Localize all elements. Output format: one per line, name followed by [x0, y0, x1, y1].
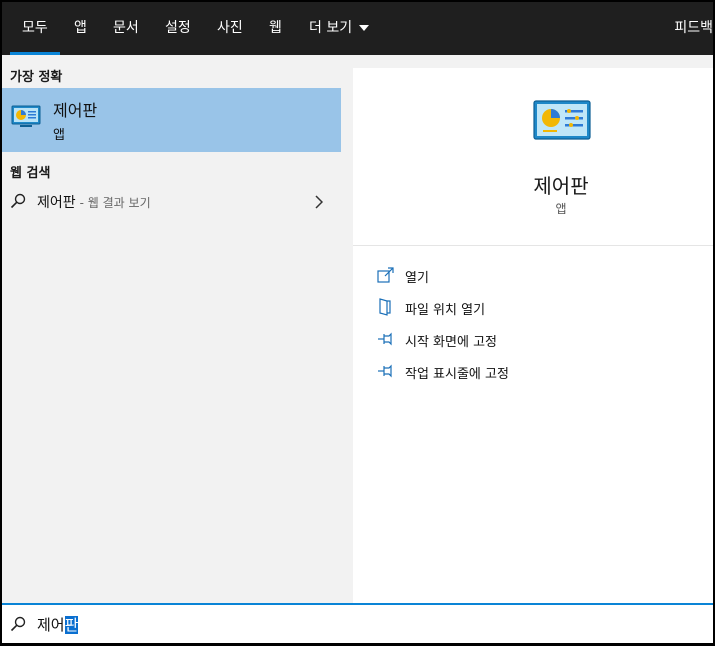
- feedback-button[interactable]: 피드백: [674, 2, 713, 55]
- search-icon: [10, 193, 26, 209]
- search-selected-text: 판: [64, 616, 79, 634]
- web-search-query: 제어판: [37, 195, 76, 211]
- results-pane: 가장 정확 제어판 앱 웹 검색 제어판 - 웹 결과 보기: [2, 55, 341, 603]
- web-search-result[interactable]: 제어판 - 웹 결과 보기: [2, 188, 341, 218]
- search-typed-text: 제어: [37, 616, 65, 634]
- open-icon: [377, 267, 394, 283]
- action-open-label: 열기: [405, 271, 429, 286]
- tab-all[interactable]: 모두: [10, 2, 60, 55]
- tab-photos[interactable]: 사진: [217, 2, 243, 55]
- control-panel-icon: [11, 105, 41, 127]
- tab-more[interactable]: 더 보기: [309, 2, 370, 55]
- best-match-item[interactable]: 제어판 앱: [2, 88, 341, 152]
- tab-web[interactable]: 웹: [269, 2, 282, 55]
- detail-pane: 제어판 앱 열기 파일 위치 열기 시작 화면에 고정 작업 표시줄에 고정: [353, 68, 713, 603]
- web-search-heading: 웹 검색: [10, 166, 51, 181]
- search-icon: [10, 616, 26, 632]
- best-match-heading: 가장 정확: [10, 70, 63, 85]
- action-pin-to-start-label: 시작 화면에 고정: [405, 335, 497, 350]
- search-bar[interactable]: 제어판: [2, 603, 713, 643]
- tab-apps[interactable]: 앱: [74, 2, 87, 55]
- pin-icon: [378, 364, 392, 378]
- divider: [353, 245, 713, 246]
- web-search-hint: - 웹 결과 보기: [79, 196, 151, 210]
- chevron-down-icon: [359, 25, 370, 31]
- action-open-file-location-label: 파일 위치 열기: [405, 303, 486, 318]
- search-window: 모두 앱 문서 설정 사진 웹 더 보기 피드백 가장 정확 제어판 앱 웹 검…: [2, 2, 713, 643]
- pin-icon: [378, 332, 392, 346]
- best-match-subtitle: 앱: [53, 128, 65, 143]
- control-panel-icon: [533, 100, 591, 140]
- tab-documents[interactable]: 문서: [113, 2, 139, 55]
- detail-subtitle: 앱: [555, 202, 567, 216]
- tab-bar: 모두 앱 문서 설정 사진 웹 더 보기 피드백: [2, 2, 713, 55]
- action-pin-to-taskbar-label: 작업 표시줄에 고정: [405, 367, 509, 382]
- file-location-icon: [379, 298, 391, 316]
- detail-title: 제어판: [533, 174, 589, 198]
- search-input[interactable]: 제어판: [37, 614, 79, 635]
- tab-settings[interactable]: 설정: [165, 2, 191, 55]
- chevron-right-icon[interactable]: [315, 195, 323, 209]
- best-match-title: 제어판: [53, 101, 98, 120]
